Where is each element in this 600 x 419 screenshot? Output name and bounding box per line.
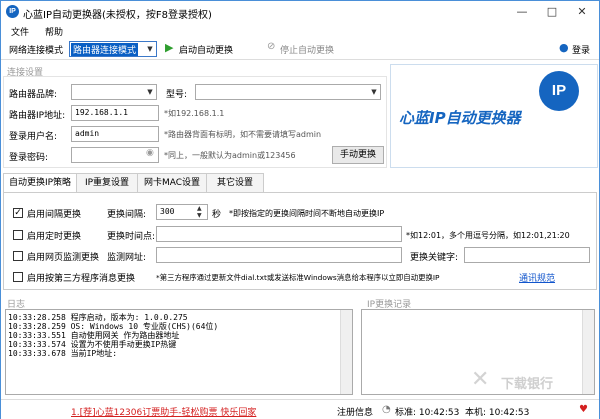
ip-label: 路由器IP地址:: [9, 111, 66, 121]
log-line: 10:33:33.678 当前IP地址:: [8, 349, 118, 358]
standard-time: 标准: 10:42:53: [395, 408, 460, 418]
password-hint: *同上，一般默认为admin或123456: [164, 151, 296, 160]
logo-panel: IP 心蓝IP自动更换器: [390, 64, 598, 168]
menu-file[interactable]: 文件: [11, 25, 29, 38]
logo-text: 心蓝IP自动更换器: [399, 109, 521, 127]
keyword-input[interactable]: [464, 247, 590, 263]
title-bar: IP 心蓝IP自动更换器(未授权，按F8登录授权) — □ ✕: [1, 1, 599, 23]
monitor-label: 启用网页监测更换: [27, 253, 100, 263]
interval-value: 300: [160, 207, 175, 216]
chevron-down-icon: ▼: [147, 45, 153, 53]
spinner-up-icon[interactable]: ▲: [197, 205, 202, 212]
brand-label: 路由器品牌:: [9, 90, 58, 100]
ip-record-scrollbar[interactable]: [582, 310, 594, 394]
monitor-url-input[interactable]: [156, 247, 402, 263]
model-label: 型号:: [166, 90, 188, 100]
status-bar: 1.[荐]心蓝12306订票助手-轻松购票 快乐回家 注册信息 ◔ 标准: 10…: [1, 399, 599, 419]
tab-ip-repeat[interactable]: IP重复设置: [76, 173, 138, 193]
close-button[interactable]: ✕: [571, 3, 593, 21]
minimize-button[interactable]: —: [511, 3, 533, 21]
password-label: 登录密码:: [9, 153, 49, 163]
tab-auto-strategy[interactable]: 自动更换IP策略: [3, 173, 77, 193]
timed-field-label: 更换时间点:: [107, 232, 156, 242]
interval-field-label: 更换间隔:: [107, 210, 147, 220]
third-party-checkbox[interactable]: [13, 272, 23, 282]
start-auto-button[interactable]: 启动自动更换: [179, 43, 233, 56]
brand-select[interactable]: ▼: [71, 84, 157, 100]
strategy-panel: ✓ 启用间隔更换 更换间隔: 300 ▲ ▼ 秒 *即按指定的更换间隔时间不断地…: [3, 192, 597, 290]
router-ip-input[interactable]: 192.168.1.1: [71, 105, 159, 121]
timed-hint: *如12:01，多个用逗号分隔，如12:01,21:20: [406, 231, 570, 240]
username-label: 登录用户名:: [9, 132, 58, 142]
mode-select[interactable]: 路由器连接模式 ▼: [69, 41, 157, 57]
monitor-checkbox[interactable]: [13, 251, 23, 261]
login-button[interactable]: 登录: [572, 43, 590, 56]
timed-input[interactable]: [156, 226, 402, 242]
timed-label: 启用定时更换: [27, 232, 82, 242]
mode-select-value: 路由器连接模式: [71, 43, 139, 56]
username-hint: *路由器背面有标明，如不需要请填写admin: [164, 130, 322, 139]
tab-mac-settings[interactable]: 网卡MAC设置: [137, 173, 207, 193]
log-box[interactable]: 10:33:28.258 程序启动，版本为: 1.0.0.275 10:33:2…: [5, 309, 353, 395]
tab-other-settings[interactable]: 其它设置: [206, 173, 264, 193]
watermark-text: 下载银行: [501, 377, 554, 392]
menu-bar: 文件 帮助: [1, 23, 599, 38]
chevron-down-icon: ▼: [371, 88, 377, 96]
maximize-button[interactable]: □: [541, 3, 563, 21]
interval-label: 启用间隔更换: [27, 210, 82, 220]
watermark-logo-icon: ✕: [471, 367, 490, 392]
third-party-hint: *第三方程序通过更新文件dial.txt或发送标准Windows消息给本程序以立…: [156, 273, 440, 282]
spinner-down-icon[interactable]: ▼: [197, 212, 202, 219]
log-line: 10:33:28.258 程序启动，版本为: 1.0.0.275: [8, 313, 188, 322]
mode-label: 网络连接模式: [9, 46, 64, 56]
logo-badge: IP: [539, 71, 579, 111]
interval-hint: *即按指定的更换间隔时间不断地自动更换IP: [229, 209, 385, 218]
keyword-label: 更换关键字:: [410, 253, 459, 263]
stop-icon: ⊘: [267, 41, 276, 52]
log-line: 10:33:28.259 OS: Windows 10 专业版(CHS)(64位…: [8, 322, 219, 331]
ip-hint: *如192.168.1.1: [164, 109, 225, 118]
local-time: 本机: 10:42:53: [465, 408, 530, 418]
register-info-button[interactable]: 注册信息: [337, 405, 373, 418]
toolbar: 网络连接模式 路由器连接模式 ▼ ▶ 启动自动更换 ⊘ 停止自动更换 ● 登录: [1, 38, 599, 60]
heart-icon[interactable]: ♥: [579, 404, 588, 415]
timed-checkbox[interactable]: [13, 230, 23, 240]
comm-spec-link[interactable]: 通讯规范: [519, 271, 555, 284]
username-input[interactable]: admin: [71, 126, 159, 142]
clock-icon: ◔: [382, 404, 391, 415]
interval-unit: 秒: [212, 210, 222, 220]
stop-auto-button[interactable]: 停止自动更换: [280, 43, 334, 56]
menu-help[interactable]: 帮助: [45, 25, 63, 38]
play-icon: ▶: [165, 41, 174, 54]
interval-checkbox[interactable]: ✓: [13, 208, 23, 218]
log-line: 10:33:33.551 自动使用网关 作为路由器地址: [8, 331, 180, 340]
window-title: 心蓝IP自动更换器(未授权，按F8登录授权): [23, 10, 212, 21]
app-logo-icon: IP: [6, 5, 19, 18]
log-line: 10:33:33.574 设置为不使用手动更换IP热键: [8, 340, 177, 349]
log-scrollbar[interactable]: [340, 310, 352, 394]
chevron-down-icon: ▼: [147, 88, 153, 96]
user-icon: ●: [559, 41, 569, 54]
third-party-label: 启用按第三方程序消息更换: [27, 274, 136, 284]
app-window: IP 心蓝IP自动更换器(未授权，按F8登录授权) — □ ✕ 文件 帮助 网络…: [0, 0, 600, 419]
eye-icon[interactable]: ◉: [146, 148, 154, 158]
manual-change-button[interactable]: 手动更换: [332, 146, 384, 164]
monitor-field-label: 监测网址:: [107, 253, 147, 263]
model-select[interactable]: ▼: [195, 84, 381, 100]
promo-notice-link[interactable]: 1.[荐]心蓝12306订票助手-轻松购票 快乐回家: [71, 405, 256, 418]
